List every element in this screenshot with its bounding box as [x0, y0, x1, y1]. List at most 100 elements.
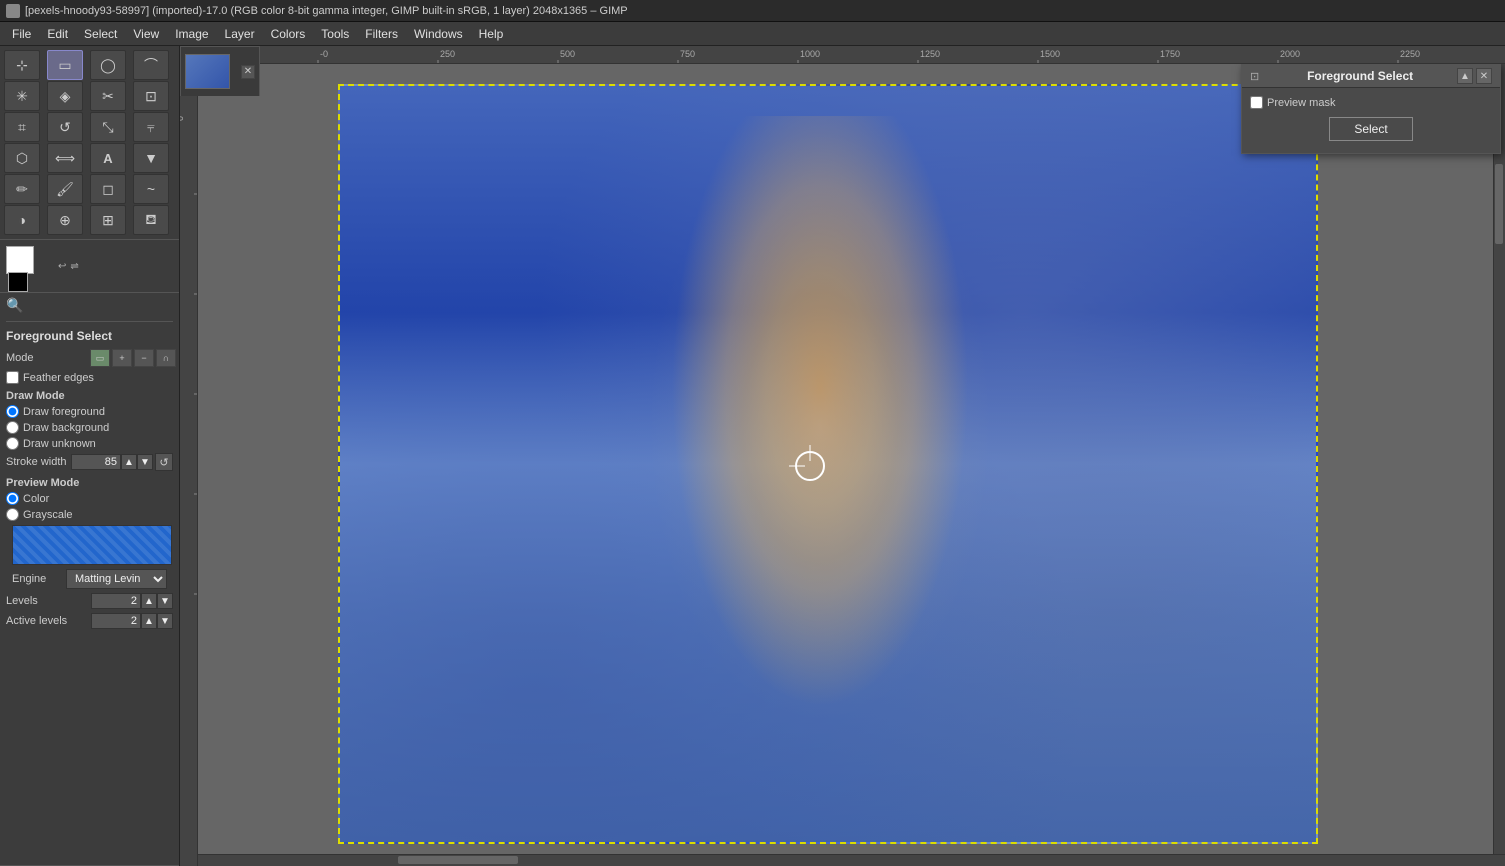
app-icon [6, 4, 20, 18]
menu-edit[interactable]: Edit [39, 25, 76, 43]
draw-unknown-row: Draw unknown [6, 437, 173, 450]
active-levels-up[interactable]: ▲ [141, 613, 157, 629]
preview-grayscale-radio[interactable] [6, 508, 19, 521]
svg-text:250: 250 [440, 49, 455, 59]
mode-subtract-button[interactable]: − [134, 349, 154, 367]
image-tab-close[interactable]: ✕ [241, 65, 255, 79]
vertical-scrollbar[interactable] [1493, 64, 1505, 854]
preview-color-label[interactable]: Color [23, 493, 49, 505]
svg-text:750: 750 [680, 49, 695, 59]
menu-tools[interactable]: Tools [313, 25, 357, 43]
mode-row: Mode ▭ + − ∩ [6, 349, 173, 367]
menu-file[interactable]: File [4, 25, 39, 43]
menu-view[interactable]: View [125, 25, 167, 43]
levels-label: Levels [6, 595, 91, 607]
ellipse-select-button[interactable]: ◯ [90, 50, 126, 80]
draw-foreground-radio[interactable] [6, 405, 19, 418]
stroke-width-input[interactable] [71, 454, 121, 470]
stroke-width-reset[interactable]: ↺ [155, 453, 173, 471]
menu-help[interactable]: Help [471, 25, 512, 43]
foreground-select-button[interactable]: ⊡ [133, 81, 169, 111]
svg-text:2000: 2000 [1280, 49, 1300, 59]
pencil-button[interactable]: ✏ [4, 174, 40, 204]
preview-mask-checkbox[interactable] [1250, 96, 1263, 109]
select-button[interactable]: Select [1329, 117, 1412, 141]
zoom-tool-icon[interactable]: 🔍 [6, 297, 23, 314]
stroke-width-up[interactable]: ▲ [121, 454, 137, 470]
toolbox: ⊹ ▭ ◯ ⌒ ✳ ◈ ✂ ⊡ ⌗ ↺ ⤡ ⫧ ⬡ ⟺ A ▼ ✏ 🖌 ◻ ~ … [0, 46, 180, 866]
active-levels-down[interactable]: ▼ [157, 613, 173, 629]
draw-unknown-label[interactable]: Draw unknown [23, 438, 96, 450]
draw-mode-section-title: Draw Mode [6, 390, 173, 402]
smudge-button[interactable]: ~ [133, 174, 169, 204]
stroke-width-down[interactable]: ▼ [137, 454, 153, 470]
levels-up[interactable]: ▲ [141, 593, 157, 609]
paintbrush-button[interactable]: 🖌 [47, 174, 83, 204]
draw-background-row: Draw background [6, 421, 173, 434]
panel-close-button[interactable]: ✕ [1476, 68, 1492, 84]
panel-titlebar: ⊡ Foreground Select ▲ ✕ [1242, 65, 1500, 88]
mode-replace-button[interactable]: ▭ [90, 349, 110, 367]
menu-select[interactable]: Select [76, 25, 125, 43]
levels-down[interactable]: ▼ [157, 593, 173, 609]
dodge-burn-button[interactable]: ◑ [4, 205, 40, 235]
menu-filters[interactable]: Filters [357, 25, 406, 43]
feather-edges-checkbox[interactable] [6, 371, 19, 384]
mode-add-button[interactable]: + [112, 349, 132, 367]
crosshair-cursor [795, 451, 825, 481]
engine-label: Engine [12, 573, 62, 585]
svg-text:1750: 1750 [1160, 49, 1180, 59]
reset-colors-icon[interactable]: ↩ [58, 261, 66, 272]
svg-text:0: 0 [180, 116, 185, 121]
tool-options-panel: Foreground Select Mode ▭ + − ∩ Feather e… [0, 325, 179, 866]
horizontal-scrollbar[interactable] [198, 854, 1505, 866]
free-select-button[interactable]: ⌒ [133, 50, 169, 80]
engine-row: Engine Matting Levin Matting Global [12, 569, 167, 589]
engine-select[interactable]: Matting Levin Matting Global [66, 569, 167, 589]
preview-color-radio[interactable] [6, 492, 19, 505]
draw-foreground-label[interactable]: Draw foreground [23, 406, 105, 418]
background-color[interactable] [8, 272, 28, 292]
active-levels-input[interactable] [91, 613, 141, 629]
stroke-width-label: Stroke width [6, 456, 71, 468]
move-tool-button[interactable]: ⊹ [4, 50, 40, 80]
heal-button[interactable]: ⊞ [90, 205, 126, 235]
shear-button[interactable]: ⫧ [133, 112, 169, 142]
foreground-color[interactable] [6, 246, 34, 274]
scissors-button[interactable]: ✂ [90, 81, 126, 111]
preview-grayscale-label[interactable]: Grayscale [23, 509, 73, 521]
preview-mask-label[interactable]: Preview mask [1267, 97, 1335, 109]
select-by-color-button[interactable]: ◈ [47, 81, 83, 111]
eraser-button[interactable]: ◻ [90, 174, 126, 204]
color-picker-button[interactable]: ⛾ [133, 205, 169, 235]
perspective-button[interactable]: ⬡ [4, 143, 40, 173]
mode-intersect-button[interactable]: ∩ [156, 349, 176, 367]
levels-input[interactable] [91, 593, 141, 609]
swap-colors-icon[interactable]: ⇌ [70, 261, 78, 272]
menu-image[interactable]: Image [167, 25, 216, 43]
draw-background-radio[interactable] [6, 421, 19, 434]
draw-unknown-radio[interactable] [6, 437, 19, 450]
image-viewport[interactable]: ⊡ Foreground Select ▲ ✕ Preview mask Sel… [198, 64, 1505, 866]
vertical-scrollbar-thumb[interactable] [1495, 164, 1503, 244]
fuzzy-select-button[interactable]: ✳ [4, 81, 40, 111]
menu-layer[interactable]: Layer [217, 25, 263, 43]
flip-button[interactable]: ⟺ [47, 143, 83, 173]
rotate-button[interactable]: ↺ [47, 112, 83, 142]
bucket-fill-button[interactable]: ▼ [133, 143, 169, 173]
text-button[interactable]: A [90, 143, 126, 173]
color-swatch-area: ↩ ⇌ [0, 240, 179, 293]
menu-colors[interactable]: Colors [263, 25, 314, 43]
rect-select-button[interactable]: ▭ [47, 50, 83, 80]
panel-up-button[interactable]: ▲ [1457, 68, 1473, 84]
ruler-left: 0 200 400 600 800 1000 [180, 64, 198, 866]
image-tab[interactable]: ✕ [180, 46, 260, 96]
clone-button[interactable]: ⊕ [47, 205, 83, 235]
scale-button[interactable]: ⤡ [90, 112, 126, 142]
menu-windows[interactable]: Windows [406, 25, 471, 43]
feather-edges-label[interactable]: Feather edges [23, 372, 94, 384]
horizontal-scrollbar-thumb[interactable] [398, 856, 518, 864]
draw-background-label[interactable]: Draw background [23, 422, 109, 434]
crop-button[interactable]: ⌗ [4, 112, 40, 142]
image-thumbnail [185, 54, 230, 89]
